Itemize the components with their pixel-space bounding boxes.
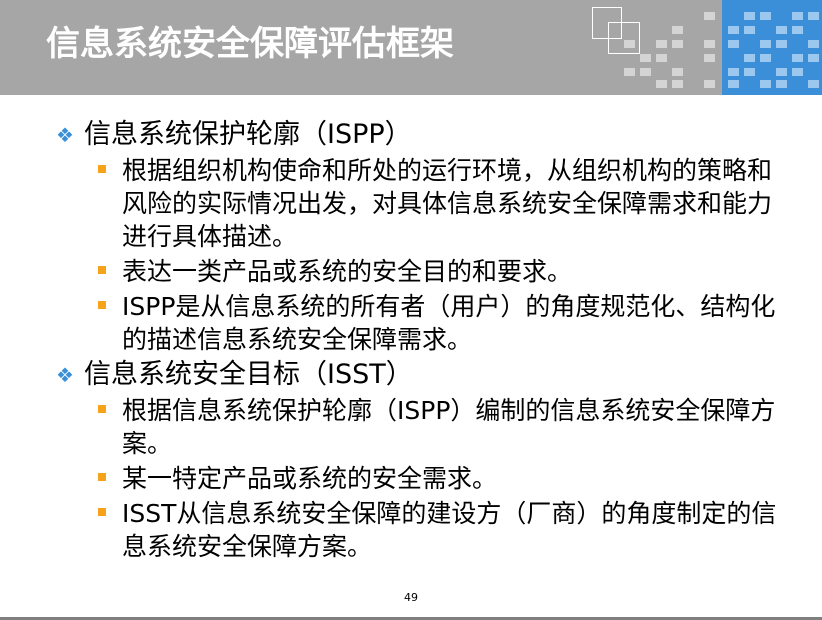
square-bullet-icon bbox=[96, 290, 122, 323]
decorative-square bbox=[760, 12, 771, 20]
decorative-square bbox=[776, 26, 787, 34]
list-item: 某一特定产品或系统的安全需求。 bbox=[96, 462, 796, 495]
list-item: ISST从信息系统安全保障的建设方（厂商）的角度制定的信息系统安全保障方案。 bbox=[96, 497, 796, 563]
decorative-frame bbox=[608, 22, 640, 54]
decorative-square bbox=[808, 12, 819, 20]
decorative-square bbox=[808, 80, 819, 88]
decorative-square bbox=[656, 40, 667, 48]
decorative-square bbox=[728, 26, 739, 34]
decorative-square bbox=[792, 26, 803, 34]
list-item: 根据组织机构使命和所处的运行环境，从组织机构的策略和风险的实际情况出发，对具体信… bbox=[96, 154, 796, 253]
decorative-square bbox=[776, 40, 787, 48]
slide-content: ❖ 信息系统保护轮廓（ISPP） 根据组织机构使命和所处的运行环境，从组织机构的… bbox=[56, 118, 796, 563]
decorative-square bbox=[672, 68, 683, 76]
slide-title: 信息系统安全保障评估框架 bbox=[46, 24, 454, 64]
decorative-square bbox=[704, 54, 715, 62]
decorative-square bbox=[672, 40, 683, 48]
section-heading: ❖ 信息系统安全目标（ISST） bbox=[56, 359, 413, 390]
decorative-square bbox=[760, 40, 771, 48]
decorative-square bbox=[672, 26, 683, 34]
diamond-bullet-icon: ❖ bbox=[56, 363, 74, 387]
decorative-square bbox=[672, 80, 683, 88]
decorative-square bbox=[808, 40, 819, 48]
decorative-square bbox=[760, 80, 771, 88]
square-bullet-icon bbox=[96, 462, 122, 495]
square-bullet-icon bbox=[96, 154, 122, 187]
decorative-square bbox=[656, 80, 667, 88]
decorative-square bbox=[728, 68, 739, 76]
decorative-square bbox=[656, 54, 667, 62]
decorative-square bbox=[640, 54, 651, 62]
list-item: 根据信息系统保护轮廓（ISPP）编制的信息系统安全保障方案。 bbox=[96, 394, 796, 460]
square-bullet-icon bbox=[96, 497, 122, 530]
list-item: ISPP是从信息系统的所有者（用户）的角度规范化、结构化的描述信息系统安全保障需… bbox=[96, 290, 796, 356]
decorative-square bbox=[640, 68, 651, 76]
square-bullet-icon bbox=[96, 394, 122, 427]
decorative-square bbox=[776, 68, 787, 76]
decorative-square bbox=[744, 26, 755, 34]
list-item: 表达一类产品或系统的安全目的和要求。 bbox=[96, 255, 796, 288]
square-bullet-icon bbox=[96, 255, 122, 288]
decorative-square bbox=[728, 40, 739, 48]
title-bar: 信息系统安全保障评估框架 bbox=[0, 0, 822, 95]
decorative-square bbox=[744, 54, 755, 62]
decorative-square bbox=[704, 80, 715, 88]
decorative-square bbox=[776, 80, 787, 88]
diamond-bullet-icon: ❖ bbox=[56, 123, 74, 147]
decorative-square bbox=[744, 68, 755, 76]
decorative-square bbox=[624, 68, 635, 76]
decorative-square bbox=[728, 80, 739, 88]
section-heading: ❖ 信息系统保护轮廓（ISPP） bbox=[56, 119, 412, 150]
decorative-square bbox=[704, 12, 715, 20]
page-number: 49 bbox=[404, 591, 418, 604]
decorative-square bbox=[744, 12, 755, 20]
decorative-square bbox=[792, 12, 803, 20]
decorative-square bbox=[808, 54, 819, 62]
decorative-square bbox=[704, 40, 715, 48]
decorative-square bbox=[792, 68, 803, 76]
decorative-square bbox=[760, 54, 771, 62]
decorative-square bbox=[792, 54, 803, 62]
